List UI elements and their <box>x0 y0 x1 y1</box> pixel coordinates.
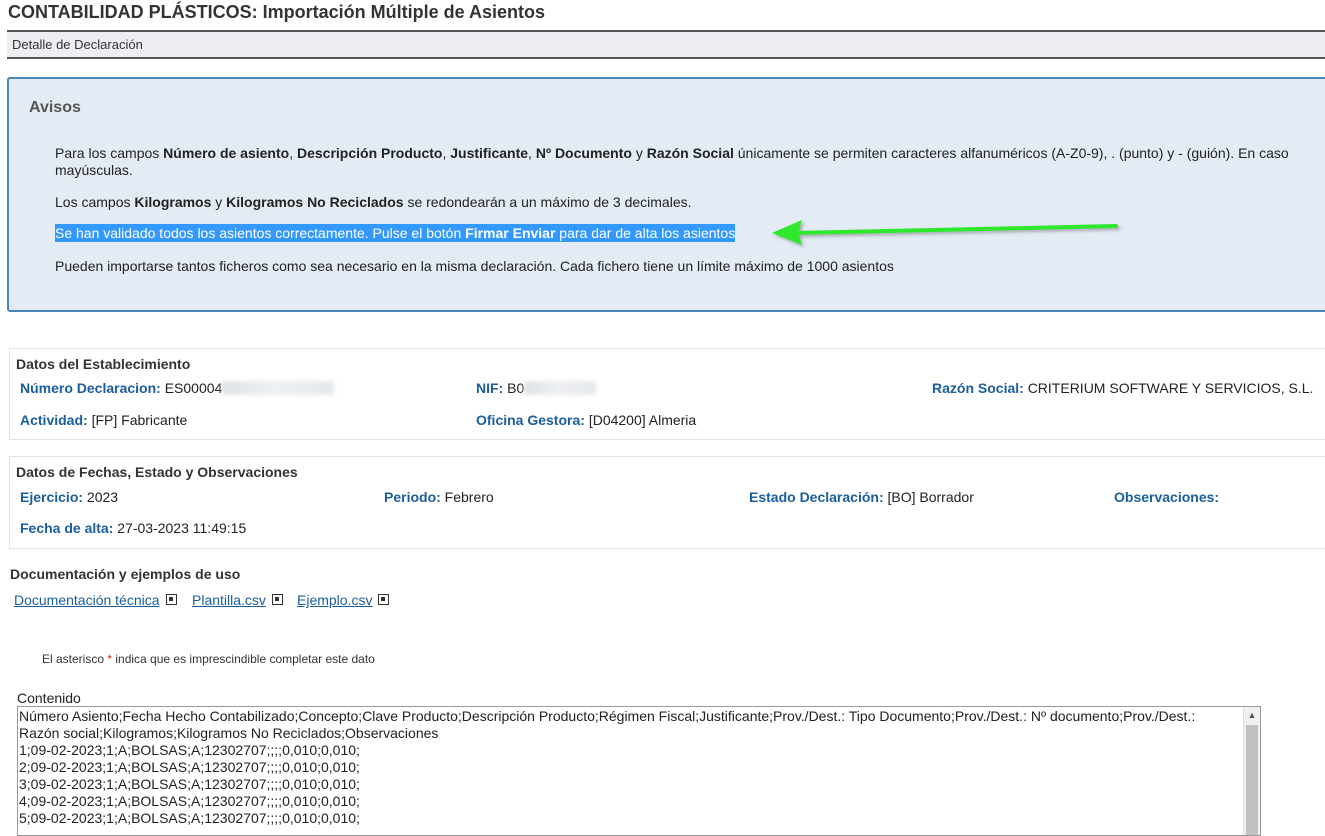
field-value: [FP] Fabricante <box>91 412 188 428</box>
activity-field: Actividad: [FP] Fabricante <box>20 412 187 428</box>
content-label: Contenido <box>17 690 81 706</box>
notice-file-limit: Pueden importarse tantos ficheros como s… <box>55 258 894 274</box>
textarea-scrollbar[interactable]: ▲ <box>1243 707 1260 835</box>
page-title: CONTABILIDAD PLÁSTICOS: Importación Múlt… <box>8 2 546 22</box>
notice-text: Se han validado todos los asientos corre… <box>55 225 466 241</box>
establishment-title: Datos del Establecimiento <box>16 356 191 372</box>
notice-bold: Descripción Producto <box>296 145 443 161</box>
notice-bold: Kilogramos <box>134 194 212 210</box>
example-csv-link[interactable]: Ejemplo.csv <box>297 592 390 608</box>
managing-office-field: Oficina Gestora: [D04200] Almeria <box>476 412 696 428</box>
declaration-status-field: Estado Declaración: [BO] Borrador <box>749 489 974 505</box>
field-label: Observaciones: <box>1114 489 1220 505</box>
notice-text: y <box>211 194 227 210</box>
scroll-up-icon[interactable]: ▲ <box>1244 707 1260 723</box>
field-label: NIF: <box>476 380 504 396</box>
field-label: Periodo: <box>384 489 441 505</box>
observations-field: Observaciones: <box>1114 489 1219 505</box>
redacted-block <box>524 381 597 395</box>
notices-title: Avisos <box>29 99 81 116</box>
note-text: indica que es imprescindible completar e… <box>112 652 375 666</box>
template-csv-link[interactable]: Plantilla.csv <box>192 592 283 608</box>
documentation-title: Documentación y ejemplos de uso <box>10 566 241 582</box>
establishment-section: Datos del Establecimiento Número Declara… <box>9 348 1325 440</box>
redacted-block <box>222 381 335 395</box>
field-value: CRITERIUM SOFTWARE Y SERVICIOS, S.L. <box>1027 380 1314 396</box>
content-line: Número Asiento;Fecha Hecho Contabilizado… <box>19 708 1196 724</box>
notice-bold: Firmar Enviar <box>465 225 556 241</box>
link-label: Plantilla.csv <box>192 592 266 608</box>
company-name-field: Razón Social: CRITERIUM SOFTWARE Y SERVI… <box>932 380 1313 396</box>
content-line: 5;09-02-2023;1;A;BOLSAS;A;12302707;;;;0,… <box>19 810 360 826</box>
notice-bold: Nº Documento <box>535 145 632 161</box>
notice-bold: Kilogramos No Reciclados <box>226 194 404 210</box>
field-label: Ejercicio: <box>20 489 84 505</box>
external-link-icon <box>165 594 177 605</box>
field-value: Febrero <box>444 489 494 505</box>
fiscal-year-field: Ejercicio: 2023 <box>20 489 118 505</box>
content-line: 1;09-02-2023;1;A;BOLSAS;A;12302707;;;;0,… <box>19 742 360 758</box>
content-line: 4;09-02-2023;1;A;BOLSAS;A;12302707;;;;0,… <box>19 793 360 809</box>
notice-text: se redondearán a un máximo de 3 decimale… <box>403 194 692 210</box>
required-note: El asterisco * indica que es imprescindi… <box>42 652 375 666</box>
notice-text: y <box>631 145 647 161</box>
technical-docs-link[interactable]: Documentación técnica <box>14 592 177 608</box>
nif-field: NIF: B0 <box>476 380 597 396</box>
period-field: Periodo: Febrero <box>384 489 494 505</box>
field-value: ES00004 <box>164 380 223 396</box>
field-label: Número Declaracion: <box>20 380 161 396</box>
field-value: [BO] Borrador <box>887 489 974 505</box>
field-value: B0 <box>507 380 525 396</box>
notice-alphanumeric-line2: mayúsculas. <box>55 162 133 178</box>
declaration-detail-bar: Detalle de Declaración <box>7 30 1325 59</box>
field-label: Oficina Gestora: <box>476 412 585 428</box>
declaration-detail-label: Detalle de Declaración <box>12 37 143 52</box>
field-label: Actividad: <box>20 412 88 428</box>
field-label: Fecha de alta: <box>20 520 114 536</box>
scrollbar-thumb[interactable] <box>1246 725 1258 835</box>
notice-bold: Razón Social <box>646 145 734 161</box>
notice-alphanumeric: Para los campos Número de asiento, Descr… <box>55 145 1289 161</box>
link-label: Documentación técnica <box>14 592 160 608</box>
content-line: Razón social;Kilogramos;Kilogramos No Re… <box>19 725 439 741</box>
field-value: 2023 <box>86 489 119 505</box>
notice-bold: Justificante <box>450 145 529 161</box>
notice-decimals: Los campos Kilogramos y Kilogramos No Re… <box>55 194 692 210</box>
notice-bold: Número de asiento <box>163 145 290 161</box>
field-label: Razón Social: <box>932 380 1024 396</box>
field-label: Estado Declaración: <box>749 489 884 505</box>
link-label: Ejemplo.csv <box>297 592 373 608</box>
declaration-number-field: Número Declaracion: ES00004 <box>20 380 335 396</box>
field-value: [D04200] Almeria <box>588 412 697 428</box>
notice-validated: Se han validado todos los asientos corre… <box>55 224 736 242</box>
notices-panel: Avisos Para los campos Número de asiento… <box>7 77 1325 312</box>
content-textarea[interactable]: Número Asiento;Fecha Hecho Contabilizado… <box>17 706 1261 836</box>
notice-text: Los campos <box>55 194 135 210</box>
notice-text: únicamente se permiten caracteres alfanu… <box>733 145 1289 161</box>
notice-text: , <box>289 145 297 161</box>
registration-date-field: Fecha de alta: 27-03-2023 11:49:15 <box>20 520 246 536</box>
notice-text: , <box>528 145 536 161</box>
external-link-icon <box>271 594 283 605</box>
note-text: El asterisco <box>42 652 108 666</box>
dates-status-title: Datos de Fechas, Estado y Observaciones <box>16 464 298 480</box>
dates-status-section: Datos de Fechas, Estado y Observaciones … <box>9 456 1325 549</box>
external-link-icon <box>378 594 390 605</box>
field-value: 27-03-2023 11:49:15 <box>117 520 247 536</box>
notice-text: Para los campos <box>55 145 164 161</box>
content-line: 3;09-02-2023;1;A;BOLSAS;A;12302707;;;;0,… <box>19 776 360 792</box>
content-line: 2;09-02-2023;1;A;BOLSAS;A;12302707;;;;0,… <box>19 759 360 775</box>
notice-text: para dar de alta los asientos <box>555 225 736 241</box>
green-arrow-icon <box>772 220 1118 245</box>
validated-highlight: Se han validado todos los asientos corre… <box>55 224 736 242</box>
